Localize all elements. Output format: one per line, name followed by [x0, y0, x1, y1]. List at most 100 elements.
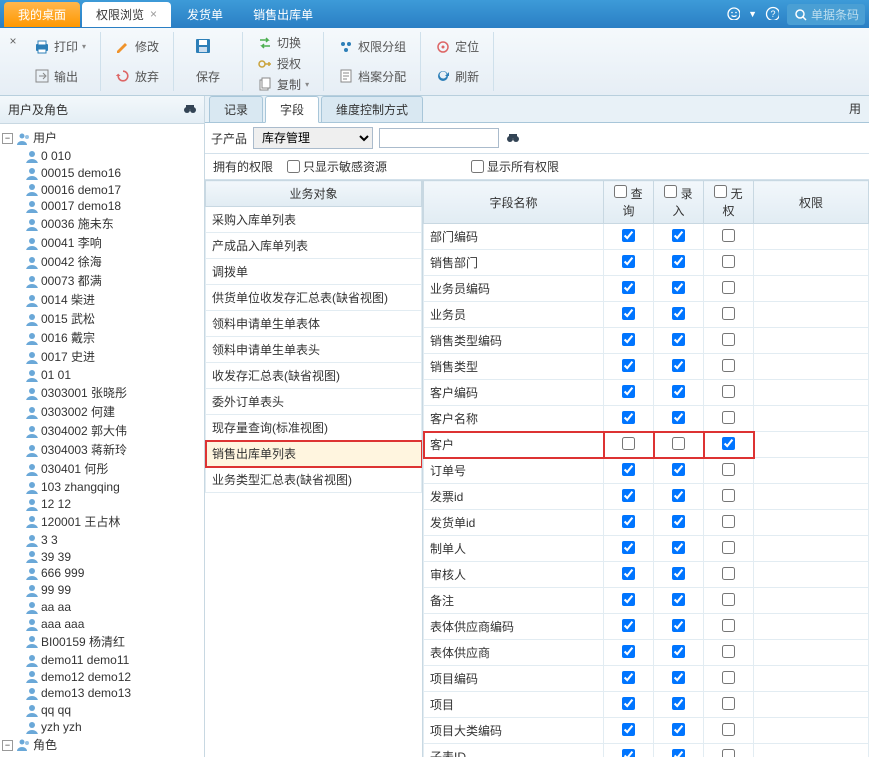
tree-leaf[interactable]: 0017 史进	[20, 347, 202, 366]
close-icon[interactable]: ×	[150, 7, 157, 21]
smile-icon[interactable]	[726, 6, 740, 23]
table-row[interactable]: 业务员编码	[424, 276, 869, 302]
checkbox-cell[interactable]	[604, 380, 654, 406]
switch-button[interactable]: 切换	[253, 32, 313, 53]
table-row[interactable]: 客户	[424, 432, 869, 458]
tree-leaf[interactable]: yzh yzh	[20, 718, 202, 735]
subproduct-select[interactable]: 库存管理	[253, 127, 373, 149]
tree-leaf[interactable]: 12 12	[20, 495, 202, 512]
table-row[interactable]: 供货单位收发存汇总表(缺省视图)	[206, 285, 422, 311]
table-row[interactable]: 调拨单	[206, 259, 422, 285]
tree-leaf[interactable]: qq qq	[20, 701, 202, 718]
checkbox-cell[interactable]	[604, 614, 654, 640]
table-row[interactable]: 销售出库单列表	[206, 441, 422, 467]
tree-leaf[interactable]: demo11 demo11	[20, 651, 202, 668]
checkbox-cell[interactable]	[654, 614, 704, 640]
checkbox-cell[interactable]	[704, 536, 754, 562]
checkbox-cell[interactable]	[654, 354, 704, 380]
checkbox-cell[interactable]	[604, 432, 654, 458]
authorize-button[interactable]: 授权	[253, 53, 313, 74]
tab-permission-browse[interactable]: 权限浏览×	[82, 2, 171, 27]
table-row[interactable]: 采购入库单列表	[206, 207, 422, 233]
checkbox-cell[interactable]	[704, 224, 754, 250]
table-row[interactable]: 收发存汇总表(缺省视图)	[206, 363, 422, 389]
checkbox-cell[interactable]	[654, 380, 704, 406]
tree-leaf[interactable]: demo12 demo12	[20, 668, 202, 685]
checkbox-cell[interactable]	[654, 588, 704, 614]
tree-leaf[interactable]: 00041 李响	[20, 233, 202, 252]
tab-desktop[interactable]: 我的桌面	[4, 2, 80, 27]
output-button[interactable]: 输出	[30, 66, 90, 87]
checkbox-cell[interactable]	[704, 614, 754, 640]
checkbox-cell[interactable]	[604, 302, 654, 328]
checkbox-cell[interactable]	[654, 536, 704, 562]
binoculars-icon[interactable]	[182, 101, 196, 118]
tab-shipment[interactable]: 发货单	[173, 2, 237, 27]
checkbox-cell[interactable]	[604, 328, 654, 354]
table-row[interactable]: 委外订单表头	[206, 389, 422, 415]
table-row[interactable]: 项目	[424, 692, 869, 718]
tree-leaf[interactable]: 00042 徐海	[20, 252, 202, 271]
table-row[interactable]: 子表ID	[424, 744, 869, 757]
save-button[interactable]: 保存	[184, 36, 232, 87]
table-row[interactable]: 业务员	[424, 302, 869, 328]
table-row[interactable]: 部门编码	[424, 224, 869, 250]
locate-button[interactable]: 定位	[431, 36, 483, 57]
help-icon[interactable]	[765, 6, 779, 23]
checkbox-cell[interactable]	[604, 666, 654, 692]
table-row[interactable]: 产成品入库单列表	[206, 233, 422, 259]
copy-button[interactable]: 复制 ▾	[253, 74, 313, 95]
table-row[interactable]: 销售类型	[424, 354, 869, 380]
show-all-checkbox[interactable]: 显示所有权限	[471, 158, 559, 175]
table-row[interactable]: 领料申请单生单表体	[206, 311, 422, 337]
checkbox-cell[interactable]	[704, 692, 754, 718]
tree-leaf[interactable]: 00073 都满	[20, 271, 202, 290]
tree-leaf[interactable]: 0303001 张晓彤	[20, 383, 202, 402]
table-row[interactable]: 备注	[424, 588, 869, 614]
checkbox-cell[interactable]	[654, 718, 704, 744]
checkbox-cell[interactable]	[654, 640, 704, 666]
collapse-icon[interactable]: −	[2, 133, 13, 144]
search-box[interactable]: 单据条码	[787, 4, 865, 25]
checkbox-cell[interactable]	[704, 718, 754, 744]
table-row[interactable]: 业务类型汇总表(缺省视图)	[206, 467, 422, 493]
tree-leaf[interactable]: aa aa	[20, 598, 202, 615]
checkbox-cell[interactable]	[654, 328, 704, 354]
checkbox-cell[interactable]	[654, 458, 704, 484]
tree-leaf[interactable]: BI00159 杨清红	[20, 632, 202, 651]
checkbox-cell[interactable]	[604, 744, 654, 757]
checkbox-cell[interactable]	[704, 354, 754, 380]
table-row[interactable]: 客户名称	[424, 406, 869, 432]
checkbox-cell[interactable]	[604, 406, 654, 432]
tree-root-role[interactable]: −角色	[2, 735, 202, 754]
tree-leaf[interactable]: 00015 demo16	[20, 164, 202, 181]
checkbox-cell[interactable]	[604, 276, 654, 302]
table-row[interactable]: 发货单id	[424, 510, 869, 536]
checkbox-cell[interactable]	[604, 718, 654, 744]
table-row[interactable]: 客户编码	[424, 380, 869, 406]
tree-leaf[interactable]: 99 99	[20, 581, 202, 598]
only-sensitive-checkbox[interactable]: 只显示敏感资源	[287, 158, 387, 175]
modify-button[interactable]: 修改	[111, 36, 163, 57]
checkbox-cell[interactable]	[654, 510, 704, 536]
tree-leaf[interactable]: 0014 柴进	[20, 290, 202, 309]
checkbox-cell[interactable]	[604, 458, 654, 484]
table-row[interactable]: 现存量查询(标准视图)	[206, 415, 422, 441]
checkbox-cell[interactable]	[654, 276, 704, 302]
tree-leaf[interactable]: 103 zhangqing	[20, 478, 202, 495]
file-assign-button[interactable]: 档案分配	[334, 66, 410, 87]
checkbox-cell[interactable]	[704, 588, 754, 614]
tab-record[interactable]: 记录	[209, 96, 263, 122]
table-row[interactable]: 发票id	[424, 484, 869, 510]
table-row[interactable]: 订单号	[424, 458, 869, 484]
checkbox-cell[interactable]	[604, 562, 654, 588]
table-row[interactable]: 项目编码	[424, 666, 869, 692]
filter-text-input[interactable]	[379, 128, 499, 148]
col-noauth[interactable]: 无权	[704, 181, 754, 224]
table-row[interactable]: 表体供应商	[424, 640, 869, 666]
checkbox-cell[interactable]	[704, 562, 754, 588]
tab-sales-out[interactable]: 销售出库单	[239, 2, 327, 27]
tree-leaf[interactable]: 3 3	[20, 531, 202, 548]
tree-leaf[interactable]: aaa aaa	[20, 615, 202, 632]
checkbox-cell[interactable]	[604, 510, 654, 536]
